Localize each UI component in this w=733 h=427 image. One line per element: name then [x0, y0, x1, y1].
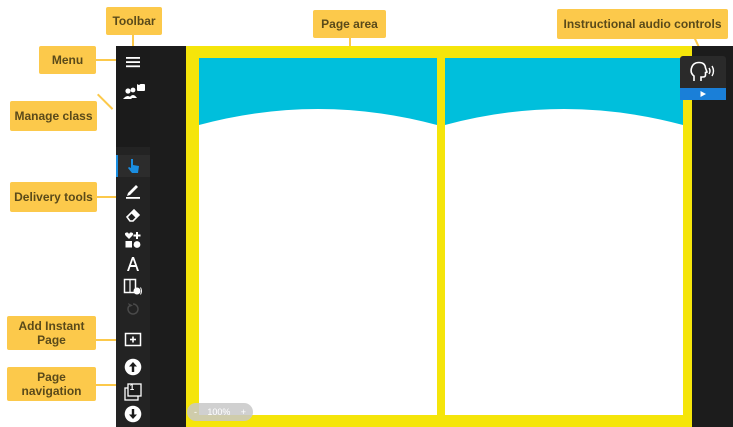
callout-add-instant-page: Add Instant Page — [7, 316, 96, 350]
callout-toolbar: Toolbar — [106, 7, 162, 35]
manage-class-icon[interactable] — [116, 82, 150, 104]
left-page-header — [199, 58, 437, 125]
callout-page-area: Page area — [313, 10, 386, 38]
callout-delivery-tools-connector — [97, 196, 117, 198]
callout-manage-class: Manage class — [10, 101, 97, 131]
text-icon[interactable] — [116, 253, 150, 275]
callout-delivery-tools: Delivery tools — [10, 182, 97, 212]
page-area[interactable] — [186, 46, 692, 427]
callout-page-navigation: Page navigation — [7, 367, 96, 401]
menu-icon[interactable] — [116, 51, 150, 73]
audio-play-button[interactable] — [680, 88, 726, 100]
stage-margin-left — [150, 46, 186, 427]
eraser-icon[interactable] — [116, 204, 150, 226]
manage-class-badge: 0 — [137, 81, 141, 87]
undo-icon[interactable] — [116, 298, 150, 320]
add-page-icon[interactable] — [116, 329, 150, 351]
zoom-in-button[interactable]: + — [241, 407, 246, 417]
callout-menu: Menu — [39, 46, 96, 74]
zoom-out-button[interactable]: - — [194, 407, 197, 417]
pen-icon[interactable] — [116, 179, 150, 201]
pointer-icon[interactable] — [117, 155, 151, 177]
page-down-icon[interactable] — [116, 403, 150, 425]
callout-audio-controls: Instructional audio controls — [557, 9, 728, 39]
callout-toolbar-connector — [132, 35, 134, 46]
right-page[interactable] — [445, 58, 683, 415]
callout-manage-class-connector — [97, 93, 114, 110]
play-icon — [700, 91, 706, 97]
read-aloud-icon[interactable] — [116, 276, 150, 298]
page-up-icon[interactable] — [116, 356, 150, 378]
stage-margin-right — [692, 46, 733, 427]
speaking-head-icon[interactable] — [690, 61, 716, 83]
page-number: 1 — [129, 383, 135, 392]
left-page[interactable] — [199, 58, 437, 415]
right-page-header — [445, 58, 683, 125]
zoom-control: - 100% + — [187, 403, 253, 421]
zoom-level: 100% — [207, 407, 231, 417]
shapes-icon[interactable] — [116, 229, 150, 251]
